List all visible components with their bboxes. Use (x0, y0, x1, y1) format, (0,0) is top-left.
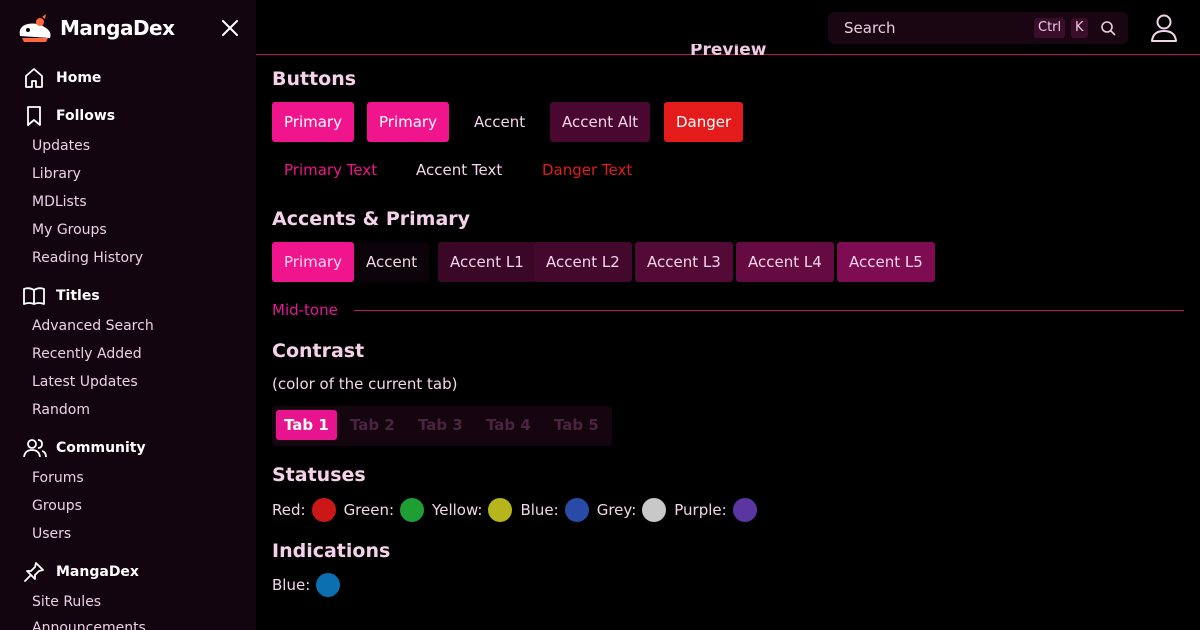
sidebar-section-label: MangaDex (56, 564, 139, 580)
sidebar-section-label: Titles (56, 288, 100, 304)
contrast-note: (color of the current tab) (272, 375, 458, 393)
search-icon[interactable] (1100, 20, 1116, 36)
main-content: Buttons Primary Primary Accent Accent Al… (256, 56, 1200, 630)
danger-button[interactable]: Danger (664, 102, 744, 142)
status-swatch-green (400, 498, 425, 522)
sidebar-item-community[interactable]: Community (20, 433, 240, 463)
status-swatch-purple (732, 498, 757, 522)
sidebar-item-latest-updates[interactable]: Latest Updates (32, 372, 138, 392)
primary-button[interactable]: Primary (272, 102, 354, 142)
mangadex-logo-icon (19, 14, 51, 42)
sidebar-item-groups[interactable]: Groups (32, 496, 82, 516)
app-name: MangaDex (60, 16, 175, 40)
accent-swatch-l1[interactable]: Accent L1 (438, 242, 536, 282)
accent-swatch-l2[interactable]: Accent L2 (534, 242, 632, 282)
sidebar-item-my-groups[interactable]: My Groups (32, 220, 107, 240)
tab-bar: Tab 1 Tab 2 Tab 3 Tab 4 Tab 5 (272, 406, 612, 446)
tab-4[interactable]: Tab 4 (478, 410, 539, 440)
sidebar-section-label: Home (56, 70, 102, 86)
accent-alt-button[interactable]: Accent Alt (550, 102, 651, 142)
tab-5[interactable]: Tab 5 (546, 410, 607, 440)
status-label-green: Green: (343, 501, 395, 519)
sidebar-item-site-rules[interactable]: Site Rules (32, 592, 101, 612)
sidebar: MangaDex Home Follows Updates Library MD… (0, 0, 256, 630)
tab-2[interactable]: Tab 2 (342, 410, 403, 440)
sidebar-item-updates[interactable]: Updates (32, 136, 90, 156)
user-menu-button[interactable] (1146, 10, 1182, 46)
status-swatch-red (311, 498, 336, 522)
sidebar-item-advanced-search[interactable]: Advanced Search (32, 316, 154, 336)
statuses-heading: Statuses (272, 464, 366, 486)
search-input[interactable]: Search Ctrl K (828, 12, 1128, 44)
accent-swatch-l5[interactable]: Accent L5 (837, 242, 935, 282)
accent-text-button[interactable]: Accent Text (416, 158, 502, 182)
status-label-grey: Grey: (596, 501, 637, 519)
status-label-red: Red: (272, 501, 306, 519)
statuses-row: Red: Green: Yellow: Blue: Grey: Purple: (272, 498, 765, 522)
sidebar-item-library[interactable]: Library (32, 164, 81, 184)
sidebar-item-forums[interactable]: Forums (32, 468, 84, 488)
accent-swatch-l3[interactable]: Accent L3 (635, 242, 733, 282)
users-icon (22, 435, 50, 461)
sidebar-item-announcements[interactable]: Announcements (32, 618, 146, 630)
logo-row[interactable]: MangaDex (16, 12, 246, 44)
sidebar-item-mdlists[interactable]: MDLists (32, 192, 87, 212)
status-swatch-yellow (488, 498, 513, 522)
search-placeholder: Search (844, 19, 896, 37)
status-swatch-blue (564, 498, 589, 522)
sidebar-item-reading-history[interactable]: Reading History (32, 248, 143, 268)
indication-label-blue: Blue: (272, 576, 311, 594)
indication-swatch-blue (316, 573, 341, 597)
sidebar-item-titles[interactable]: Titles (20, 281, 240, 311)
tab-1[interactable]: Tab 1 (276, 410, 337, 440)
primary-button[interactable]: Primary (367, 102, 449, 142)
bookmark-icon (22, 103, 50, 129)
primary-text-button[interactable]: Primary Text (284, 158, 377, 182)
status-label-yellow: Yellow: (432, 501, 483, 519)
accent-swatch-primary[interactable]: Primary (272, 242, 354, 282)
sidebar-item-follows[interactable]: Follows (20, 101, 240, 131)
accent-button[interactable]: Accent (462, 102, 538, 142)
contrast-heading: Contrast (272, 340, 365, 362)
status-label-blue: Blue: (520, 501, 559, 519)
home-icon (22, 65, 50, 91)
buttons-heading: Buttons (272, 68, 357, 90)
shortcut-key-k: K (1071, 18, 1088, 38)
sidebar-item-mangadex[interactable]: MangaDex (20, 557, 240, 587)
indications-row: Blue: (272, 573, 348, 597)
danger-text-button[interactable]: Danger Text (542, 158, 632, 182)
status-swatch-grey (642, 498, 667, 522)
sidebar-item-home[interactable]: Home (20, 63, 240, 93)
tab-3[interactable]: Tab 3 (410, 410, 471, 440)
preview-heading: Preview (690, 44, 767, 56)
sidebar-item-recently-added[interactable]: Recently Added (32, 344, 142, 364)
accent-swatch-accent[interactable]: Accent (354, 242, 430, 282)
accent-swatch-l4[interactable]: Accent L4 (736, 242, 834, 282)
status-label-purple: Purple: (674, 501, 727, 519)
indications-heading: Indications (272, 540, 391, 562)
midtone-label: Mid-tone (272, 301, 338, 319)
pin-icon (22, 559, 50, 585)
book-open-icon (22, 283, 50, 309)
close-sidebar-button[interactable] (218, 16, 242, 40)
midtone-divider (354, 310, 1184, 311)
sidebar-section-label: Community (56, 440, 146, 456)
sidebar-item-random[interactable]: Random (32, 400, 90, 420)
accents-heading: Accents & Primary (272, 208, 471, 230)
sidebar-item-users[interactable]: Users (32, 524, 71, 544)
shortcut-key-ctrl: Ctrl (1034, 18, 1066, 38)
sidebar-section-label: Follows (56, 108, 116, 124)
